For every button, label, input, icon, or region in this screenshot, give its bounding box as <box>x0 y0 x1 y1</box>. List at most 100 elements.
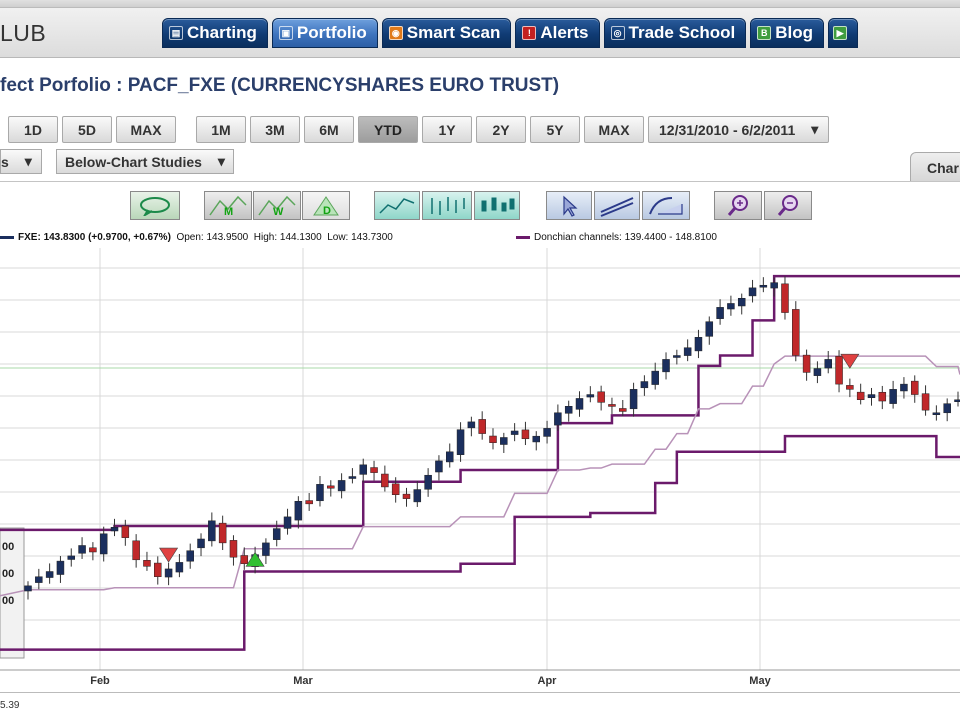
candle-body <box>662 359 670 373</box>
tab-more[interactable]: ▶ <box>828 18 859 48</box>
range-1m-button[interactable]: 1M <box>196 116 246 143</box>
candle-body <box>619 408 627 412</box>
range-6m-button[interactable]: 6M <box>304 116 354 143</box>
candle-body <box>45 571 54 578</box>
cursor-icon[interactable] <box>546 191 592 220</box>
candle-body <box>921 393 930 411</box>
range-intraday-max-button[interactable]: MAX <box>116 116 176 143</box>
range-ytd-button[interactable]: YTD <box>358 116 418 143</box>
tab-blog[interactable]: B Blog <box>750 18 825 48</box>
candle-body <box>510 430 519 435</box>
candle-body <box>889 389 897 404</box>
tab-label: Alerts <box>540 23 589 42</box>
y-axis-label: 00 <box>2 568 14 580</box>
tab-smart-scan[interactable]: ◉ Smart Scan <box>381 18 512 48</box>
trendline-tool-icon[interactable] <box>594 191 640 220</box>
y-axis-label: 00 <box>2 541 14 553</box>
weekly-chart-icon[interactable]: W <box>253 191 301 220</box>
below-chart-studies-dropdown[interactable]: Below-Chart Studies ▾ <box>56 149 234 174</box>
candle-body <box>673 355 681 358</box>
candle-body <box>381 473 389 488</box>
candle-body <box>856 391 865 400</box>
candle-body <box>467 421 476 429</box>
price-chart[interactable]: 00 00 00 Feb Mar Apr May <box>0 248 960 688</box>
date-range-value: 12/31/2010 - 6/2/2011 <box>659 121 796 138</box>
range-3m-button[interactable]: 3M <box>250 116 300 143</box>
range-1d-button[interactable]: 1D <box>8 116 58 143</box>
price-legend: FXE: 143.8300 (+0.9700, +0.67%) Open: 14… <box>0 232 393 243</box>
legend-swatch <box>516 235 530 239</box>
daily-chart-icon[interactable]: D <box>302 191 350 220</box>
x-axis-month-label: Feb <box>90 675 110 687</box>
candle-body <box>154 562 162 577</box>
top-strip <box>0 0 960 8</box>
candlestick-chart-icon[interactable] <box>474 191 520 220</box>
candle-body <box>359 464 367 475</box>
candle-body <box>586 394 595 398</box>
range-5y-button[interactable]: 5Y <box>530 116 580 143</box>
chart-tab[interactable]: Char <box>910 152 960 182</box>
monthly-chart-icon[interactable]: M <box>204 191 252 220</box>
speech-bubble-icon[interactable] <box>130 191 180 220</box>
zoom-out-icon[interactable] <box>764 191 812 220</box>
legend-high-label: High: <box>253 232 278 243</box>
candle-body <box>867 394 876 399</box>
candle-body <box>683 347 692 356</box>
ohlc-chart-icon[interactable] <box>422 191 472 220</box>
candle-body <box>770 282 778 289</box>
candle-body <box>143 560 151 567</box>
candle-body <box>110 527 119 532</box>
fibonacci-tool-icon[interactable] <box>642 191 690 220</box>
candle-body <box>327 485 335 489</box>
candle-body <box>640 381 649 389</box>
candle-body <box>348 476 357 479</box>
range-max-button[interactable]: MAX <box>584 116 644 143</box>
candle-body <box>478 419 486 434</box>
range-2y-button[interactable]: 2Y <box>476 116 526 143</box>
line-chart-icon[interactable] <box>374 191 420 220</box>
legend-study: Donchian channels: 139.4400 - 148.8100 <box>534 232 717 243</box>
tab-portfolio[interactable]: ▣ Portfolio <box>271 18 378 48</box>
candle-body <box>164 568 173 578</box>
tab-trade-school[interactable]: ◎ Trade School <box>603 18 747 48</box>
legend-open-label: Open: <box>176 232 204 243</box>
candle-body <box>554 412 562 426</box>
candle-body <box>716 307 724 319</box>
candle-body <box>651 370 659 385</box>
legend-last: 143.8300 <box>43 232 86 243</box>
candle-body <box>824 359 832 369</box>
candle-body <box>759 284 768 288</box>
candle-body <box>67 555 76 560</box>
candle-body <box>543 428 551 437</box>
tab-alerts[interactable]: ! Alerts <box>515 18 600 48</box>
legend-symbol: FXE: <box>18 232 41 243</box>
range-1y-button[interactable]: 1Y <box>422 116 472 143</box>
zoom-in-icon[interactable] <box>714 191 762 220</box>
candle-body <box>99 533 108 555</box>
svg-text:D: D <box>323 205 331 217</box>
x-axis-month-label: Mar <box>293 675 313 687</box>
candle-body <box>608 404 616 407</box>
candle-body <box>413 489 422 503</box>
candle-body <box>272 528 281 540</box>
range-5d-button[interactable]: 5D <box>62 116 112 143</box>
legend-change: (+0.9700, +0.67%) <box>88 232 171 243</box>
svg-text:W: W <box>273 206 284 218</box>
candle-body <box>489 435 497 443</box>
candle-body <box>208 520 216 542</box>
site-logo[interactable]: LUB <box>0 20 46 47</box>
candle-body <box>175 562 184 573</box>
candle-body <box>500 437 508 445</box>
legend-low: 143.7300 <box>351 232 393 243</box>
candle-body <box>532 435 541 443</box>
tab-label: Trade School <box>628 23 736 42</box>
overlay-studies-dropdown[interactable]: s ▾ <box>0 149 42 174</box>
candle-body <box>521 429 530 440</box>
candle-body <box>78 545 86 554</box>
tab-charting[interactable]: ▤ Charting <box>162 18 268 48</box>
candle-body <box>283 516 292 529</box>
date-range-select[interactable]: 12/31/2010 - 6/2/2011 ▾ <box>648 116 830 143</box>
candle-body <box>435 460 443 473</box>
portfolio-icon: ▣ <box>278 26 293 40</box>
